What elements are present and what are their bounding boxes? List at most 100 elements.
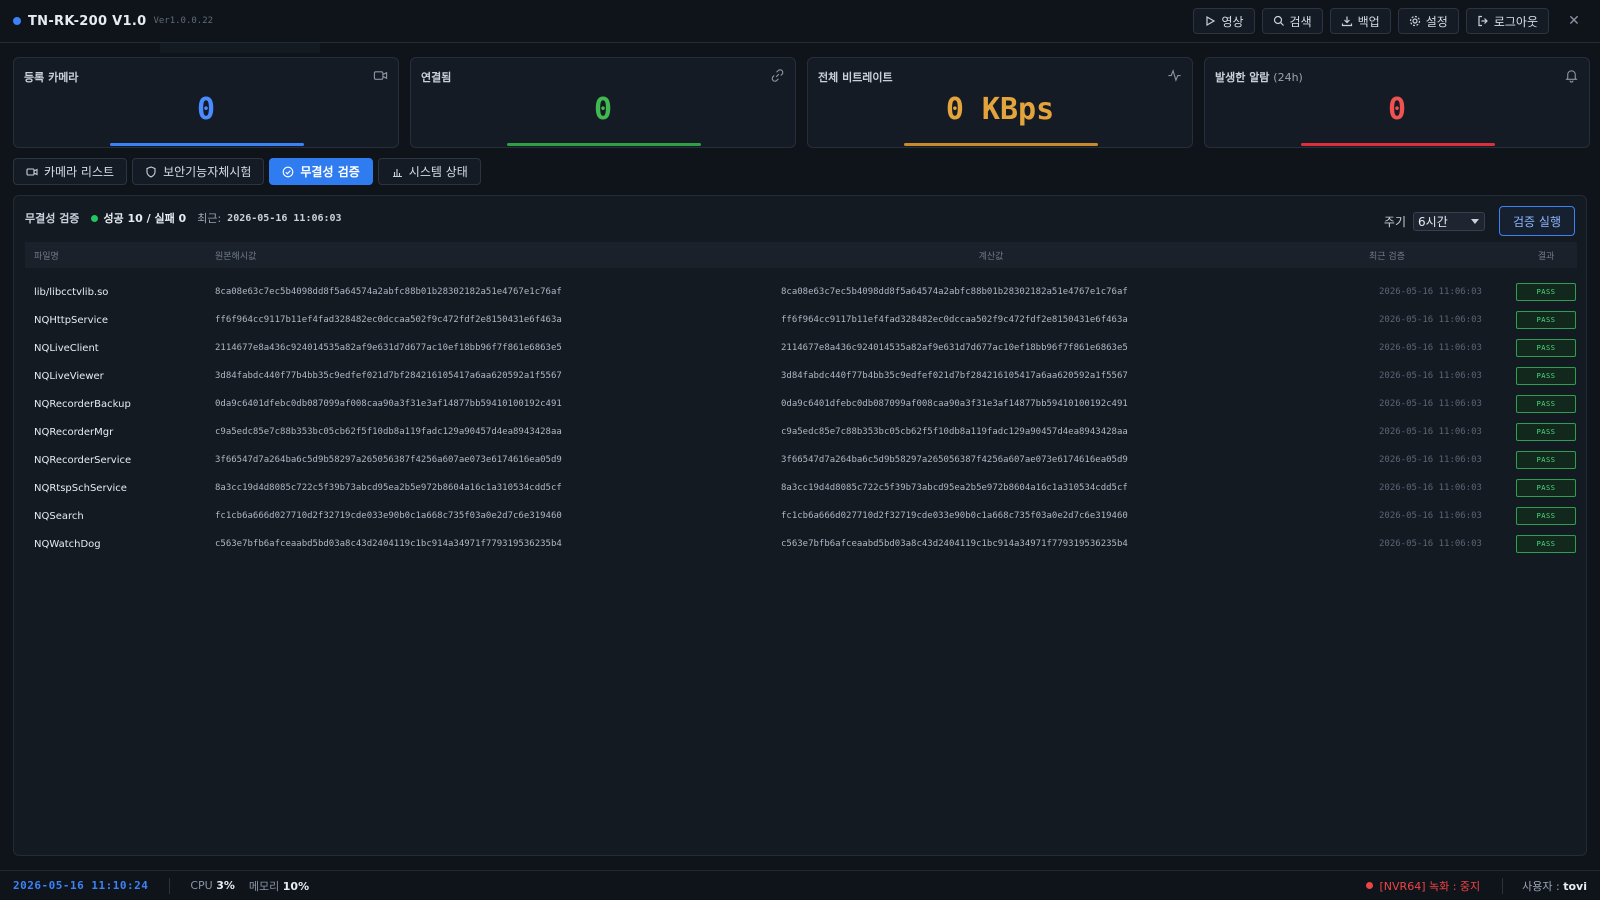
stat-cards: 등록 카메라 0 연결됨 0 전체 비트레이트 0 KBps 발생한 알람 (2…	[13, 57, 1590, 148]
tab-integrity-check[interactable]: 무결성 검증	[269, 158, 373, 185]
table-header: 파일명 원본해시값 계산값 최근 검증 결과	[25, 242, 1577, 268]
stat-value: 0	[593, 92, 613, 127]
play-icon	[1206, 15, 1216, 27]
cell-result: PASS	[1515, 451, 1577, 469]
period-value: 6시간	[1418, 214, 1448, 229]
app-title: TN-RK-200 V1.0	[28, 13, 147, 29]
cell-last-check: 2026-05-16 11:06:03	[1379, 343, 1482, 353]
cell-last-check: 2026-05-16 11:06:03	[1379, 371, 1482, 381]
cell-result: PASS	[1515, 423, 1577, 441]
video-camera-icon	[373, 71, 388, 80]
table-row[interactable]: NQRecorderBackup 0da9c6401dfebc0db087099a…	[25, 390, 1577, 418]
success-dot-icon	[91, 214, 99, 222]
user-info: 사용자 : tovi	[1522, 878, 1587, 894]
table-row[interactable]: NQHttpService ff6f964cc9117b11ef4fad32848…	[25, 306, 1577, 334]
cell-calculated-hash: 8ca08e63c7ec5b4098dd8f5a64574a2abfc88b01…	[781, 287, 1128, 297]
tab-security-self-test[interactable]: 보안기능자체시험	[132, 158, 265, 185]
bell-icon	[1565, 70, 1578, 83]
cell-calculated-hash: 8a3cc19d4d8085c722c5f39b73abcd95ea2b5e97…	[781, 483, 1128, 493]
app-version: Ver1.0.0.22	[153, 16, 214, 26]
status-dot-icon	[13, 17, 21, 25]
stat-bar	[507, 143, 701, 146]
cell-last-check: 2026-05-16 11:06:03	[1379, 483, 1482, 493]
settings-button-label: 설정	[1425, 14, 1448, 29]
cell-calculated-hash: fc1cb6a666d027710d2f32719cde033e90b0c1a6…	[781, 511, 1128, 521]
cell-result: PASS	[1515, 283, 1577, 301]
period-label: 주기	[1383, 214, 1407, 229]
stat-label: 발생한 알람 (24h)	[1215, 69, 1303, 85]
cell-result: PASS	[1515, 311, 1577, 329]
cell-original-hash: c9a5edc85e7c88b353bc05cb62f5f10db8a119fa…	[215, 427, 562, 437]
cell-calculated-hash: c9a5edc85e7c88b353bc05cb62f5f10db8a119fa…	[781, 427, 1128, 437]
header-result: 결과	[1537, 251, 1555, 262]
cell-file: NQRecorderBackup	[34, 398, 131, 410]
cell-original-hash: 3f66547d7a264ba6c5d9b58297a265056387f425…	[215, 455, 562, 465]
tab-label: 카메라 리스트	[44, 165, 115, 179]
search-button-label: 검색	[1289, 14, 1312, 29]
chevron-down-icon	[1471, 218, 1480, 224]
cell-last-check: 2026-05-16 11:06:03	[1379, 427, 1482, 437]
video-button[interactable]: 영상	[1193, 8, 1255, 34]
table-row[interactable]: NQRecorderMgr c9a5edc85e7c88b353bc05cb62f…	[25, 418, 1577, 446]
cell-file: NQRecorderService	[34, 454, 132, 466]
recent-label: 최근:	[197, 212, 222, 225]
system-clock: 2026-05-16 11:10:24	[13, 879, 149, 892]
stat-label-text: 전체 비트레이트	[818, 71, 893, 84]
cell-last-check: 2026-05-16 11:06:03	[1379, 539, 1482, 549]
pass-badge: PASS	[1516, 367, 1576, 385]
recording-status: [NVR64] 녹화 : 중지	[1379, 879, 1481, 893]
stat-card-cameras: 등록 카메라 0	[13, 57, 399, 148]
cell-result: PASS	[1515, 535, 1577, 553]
cell-original-hash: c563e7bfb6afceaabd5bd03a8c43d2404119c1bc…	[215, 539, 562, 549]
stat-value: 0 KBps	[945, 92, 1055, 127]
pass-badge: PASS	[1516, 535, 1576, 553]
cell-original-hash: 3d84fabdc440f77b4bb35c9edfef021d7bf28421…	[215, 371, 562, 381]
table-row[interactable]: lib/libcctvlib.so 8ca08e63c7ec5b4098dd8f5…	[25, 278, 1577, 306]
cell-result: PASS	[1515, 367, 1577, 385]
search-button[interactable]: 검색	[1261, 8, 1323, 34]
divider	[169, 877, 171, 894]
cell-file: NQLiveClient	[34, 342, 99, 354]
backup-button-label: 백업	[1357, 14, 1380, 29]
table-row[interactable]: NQSearch fc1cb6a666d027710d2f32719cde033e…	[25, 502, 1577, 530]
run-verification-button[interactable]: 검증 실행	[1499, 206, 1575, 236]
logout-button[interactable]: 로그아웃	[1465, 8, 1549, 34]
cpu-usage: CPU 3%	[190, 879, 235, 892]
stat-label-text: 발생한 알람	[1215, 71, 1270, 84]
result-summary: 성공 10 / 실패 0	[103, 212, 187, 225]
tab-system-status[interactable]: 시스템 상태	[377, 158, 481, 185]
cpu-value: 3%	[216, 879, 235, 892]
integrity-table: 파일명 원본해시값 계산값 최근 검증 결과 lib/libcctvlib.so…	[25, 242, 1577, 558]
settings-button[interactable]: 설정	[1397, 8, 1459, 34]
logout-icon	[1478, 15, 1488, 27]
stat-bar	[110, 143, 304, 146]
memory-usage: 메모리 10%	[249, 878, 309, 894]
table-row[interactable]: NQRtspSchService 8a3cc19d4d8085c722c5f39b…	[25, 474, 1577, 502]
table-row[interactable]: NQWatchDog c563e7bfb6afceaabd5bd03a8c43d2…	[25, 530, 1577, 558]
stat-card-connected: 연결됨 0	[410, 57, 796, 148]
cell-last-check: 2026-05-16 11:06:03	[1379, 399, 1482, 409]
header-calculated-hash: 계산값	[978, 251, 1004, 262]
cell-calculated-hash: 3d84fabdc440f77b4bb35c9edfef021d7bf28421…	[781, 371, 1128, 381]
stat-label-sub: (24h)	[1273, 71, 1303, 84]
backup-button[interactable]: 백업	[1329, 8, 1391, 34]
check-circle-icon	[283, 166, 294, 177]
table-row[interactable]: NQLiveViewer 3d84fabdc440f77b4bb35c9edfef…	[25, 362, 1577, 390]
integrity-panel: 무결성 검증 성공 10 / 실패 0 최근: 2026-05-16 11:06…	[13, 195, 1587, 856]
recent-time: 2026-05-16 11:06:03	[227, 212, 342, 224]
close-icon[interactable]: ✕	[1562, 9, 1586, 33]
tab-camera-list[interactable]: 카메라 리스트	[13, 158, 128, 185]
cell-file: lib/libcctvlib.so	[34, 286, 109, 298]
table-row[interactable]: NQLiveClient 2114677e8a436c924014535a82af…	[25, 334, 1577, 362]
pass-badge: PASS	[1516, 283, 1576, 301]
status-right: [NVR64] 녹화 : 중지 사용자 : tovi	[1365, 877, 1587, 894]
memory-value: 10%	[282, 879, 310, 893]
period-select[interactable]: 6시간	[1413, 211, 1486, 231]
cell-file: NQWatchDog	[34, 538, 101, 550]
download-icon	[1341, 16, 1352, 27]
active-indicator	[160, 43, 320, 53]
stat-label: 전체 비트레이트	[818, 69, 893, 85]
table-row[interactable]: NQRecorderService 3f66547d7a264ba6c5d9b58…	[25, 446, 1577, 474]
cell-last-check: 2026-05-16 11:06:03	[1379, 287, 1482, 297]
cell-last-check: 2026-05-16 11:06:03	[1379, 455, 1482, 465]
